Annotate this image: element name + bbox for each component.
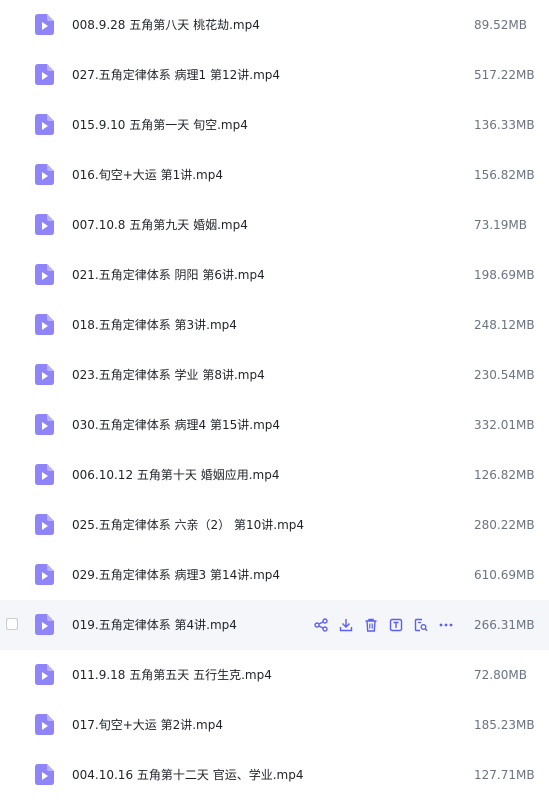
- file-name[interactable]: 008.9.28 五角第八天 桃花劫.mp4: [72, 0, 260, 50]
- file-row[interactable]: 004.10.16 五角第十二天 官运、学业.mp4 127.71MB: [0, 750, 549, 800]
- file-row[interactable]: 018.五角定律体系 第3讲.mp4 248.12MB: [0, 300, 549, 350]
- file-row[interactable]: 021.五角定律体系 阴阳 第6讲.mp4 198.69MB: [0, 250, 549, 300]
- file-row[interactable]: 023.五角定律体系 学业 第8讲.mp4 230.54MB: [0, 350, 549, 400]
- file-name[interactable]: 030.五角定律体系 病理4 第15讲.mp4: [72, 400, 280, 450]
- file-name[interactable]: 029.五角定律体系 病理3 第14讲.mp4: [72, 550, 280, 600]
- more-icon[interactable]: [437, 616, 455, 634]
- file-name[interactable]: 004.10.16 五角第十二天 官运、学业.mp4: [72, 750, 303, 800]
- file-name[interactable]: 027.五角定律体系 病理1 第12讲.mp4: [72, 50, 280, 100]
- file-name[interactable]: 006.10.12 五角第十天 婚姻应用.mp4: [72, 450, 279, 500]
- video-file-icon: [35, 614, 54, 635]
- file-size: 126.82MB: [474, 468, 535, 482]
- file-size: 136.33MB: [474, 118, 535, 132]
- file-row[interactable]: 015.9.10 五角第一天 旬空.mp4 136.33MB: [0, 100, 549, 150]
- file-name[interactable]: 015.9.10 五角第一天 旬空.mp4: [72, 100, 248, 150]
- file-size: 73.19MB: [474, 218, 527, 232]
- file-name[interactable]: 021.五角定律体系 阴阳 第6讲.mp4: [72, 250, 265, 300]
- file-row[interactable]: 029.五角定律体系 病理3 第14讲.mp4 610.69MB: [0, 550, 549, 600]
- file-size: 610.69MB: [474, 568, 535, 582]
- file-list: 008.9.28 五角第八天 桃花劫.mp4 89.52MB 027.五角定律体系…: [0, 0, 549, 800]
- video-file-icon: [35, 514, 54, 535]
- file-name[interactable]: 011.9.18 五角第五天 五行生克.mp4: [72, 650, 272, 700]
- file-size: 198.69MB: [474, 268, 535, 282]
- file-row[interactable]: 011.9.18 五角第五天 五行生克.mp4 72.80MB: [0, 650, 549, 700]
- file-size: 517.22MB: [474, 68, 535, 82]
- file-name[interactable]: 023.五角定律体系 学业 第8讲.mp4: [72, 350, 265, 400]
- image-search-icon[interactable]: [412, 616, 430, 634]
- file-name[interactable]: 007.10.8 五角第九天 婚姻.mp4: [72, 200, 248, 250]
- file-row[interactable]: 007.10.8 五角第九天 婚姻.mp4 73.19MB: [0, 200, 549, 250]
- file-size: 332.01MB: [474, 418, 535, 432]
- file-row[interactable]: 006.10.12 五角第十天 婚姻应用.mp4 126.82MB: [0, 450, 549, 500]
- file-name[interactable]: 019.五角定律体系 第4讲.mp4: [72, 600, 237, 650]
- file-row[interactable]: 008.9.28 五角第八天 桃花劫.mp4 89.52MB: [0, 0, 549, 50]
- file-row[interactable]: 030.五角定律体系 病理4 第15讲.mp4 332.01MB: [0, 400, 549, 450]
- file-name[interactable]: 017.旬空+大运 第2讲.mp4: [72, 700, 223, 750]
- delete-icon[interactable]: [362, 616, 380, 634]
- file-size: 185.23MB: [474, 718, 535, 732]
- video-file-icon: [35, 414, 54, 435]
- video-file-icon: [35, 564, 54, 585]
- file-size: 280.22MB: [474, 518, 535, 532]
- video-file-icon: [35, 64, 54, 85]
- file-size: 248.12MB: [474, 318, 535, 332]
- video-file-icon: [35, 364, 54, 385]
- file-row[interactable]: 017.旬空+大运 第2讲.mp4 185.23MB: [0, 700, 549, 750]
- video-file-icon: [35, 464, 54, 485]
- file-name[interactable]: 025.五角定律体系 六亲（2） 第10讲.mp4: [72, 500, 304, 550]
- file-size: 89.52MB: [474, 18, 527, 32]
- file-row[interactable]: 025.五角定律体系 六亲（2） 第10讲.mp4 280.22MB: [0, 500, 549, 550]
- video-file-icon: [35, 14, 54, 35]
- file-size: 72.80MB: [474, 668, 527, 682]
- file-name[interactable]: 018.五角定律体系 第3讲.mp4: [72, 300, 237, 350]
- file-size: 230.54MB: [474, 368, 535, 382]
- file-row[interactable]: 016.旬空+大运 第1讲.mp4 156.82MB: [0, 150, 549, 200]
- video-file-icon: [35, 714, 54, 735]
- video-file-icon: [35, 164, 54, 185]
- video-file-icon: [35, 264, 54, 285]
- video-file-icon: [35, 764, 54, 785]
- row-actions: [312, 615, 462, 635]
- file-name[interactable]: 016.旬空+大运 第1讲.mp4: [72, 150, 223, 200]
- file-size: 127.71MB: [474, 768, 535, 782]
- share-icon[interactable]: [312, 616, 330, 634]
- file-size: 266.31MB: [474, 618, 535, 632]
- file-size: 156.82MB: [474, 168, 535, 182]
- video-file-icon: [35, 314, 54, 335]
- video-file-icon: [35, 114, 54, 135]
- file-row[interactable]: 019.五角定律体系 第4讲.mp4 266.31MB: [0, 600, 549, 650]
- download-icon[interactable]: [337, 616, 355, 634]
- text-extract-icon[interactable]: [387, 616, 405, 634]
- video-file-icon: [35, 664, 54, 685]
- file-row[interactable]: 027.五角定律体系 病理1 第12讲.mp4 517.22MB: [0, 50, 549, 100]
- select-checkbox[interactable]: [6, 618, 18, 630]
- video-file-icon: [35, 214, 54, 235]
